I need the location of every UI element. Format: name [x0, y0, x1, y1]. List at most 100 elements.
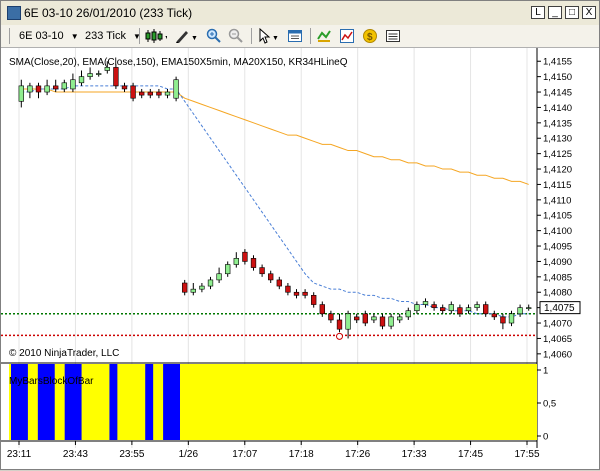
- candle-body: [414, 304, 420, 312]
- indicators-icon[interactable]: [339, 28, 355, 44]
- stop-marker: [336, 332, 343, 340]
- panel-tick-label: 0: [543, 432, 548, 443]
- candle-body: [405, 310, 411, 318]
- candle-body: [526, 307, 532, 309]
- pencil-icon[interactable]: ▼: [174, 28, 198, 44]
- strategy-icon[interactable]: [316, 28, 332, 44]
- candle-body: [422, 301, 429, 305]
- indicator-label: SMA(Close,20), EMA(Close,150), EMA150X5m…: [9, 57, 348, 68]
- price-chart[interactable]: 1,4155 1,4150 1,4145 1,4140 1,4135 1,4130 1,41…: [1, 48, 599, 468]
- candle-body: [388, 316, 394, 327]
- candle-body: [371, 316, 377, 321]
- price-tick-label: 1,4120: [543, 165, 572, 176]
- svg-text:▼: ▼: [191, 35, 198, 42]
- link-button[interactable]: L: [531, 6, 545, 19]
- price-tick-label: 1,4115: [543, 180, 571, 191]
- candle-body: [491, 313, 497, 318]
- candle-body: [302, 291, 308, 296]
- interval-selector[interactable]: 233 Tick ▼: [85, 28, 141, 44]
- minimize-button[interactable]: _: [548, 6, 562, 19]
- toolbar: 6E 03-10 ▼ 233 Tick ▼ ▼ ▼ $: [1, 25, 599, 48]
- candle-body: [465, 307, 472, 312]
- price-tick-label: 1,4065: [543, 334, 572, 345]
- chart-area[interactable]: 1,4155 1,4150 1,4145 1,4140 1,4135 1,4130 1,41…: [1, 48, 599, 468]
- price-tick-label: 1,4130: [543, 134, 572, 145]
- candle-body: [18, 85, 24, 102]
- candle-body: [500, 316, 506, 324]
- candle-body: [164, 91, 171, 96]
- candle-body: [147, 91, 153, 96]
- candle-body: [121, 85, 128, 90]
- window-title: 6E 03-10 26/01/2010 (233 Tick): [24, 6, 193, 20]
- cursor-icon[interactable]: ▼: [257, 28, 281, 44]
- time-tick-label: 23:43: [63, 449, 88, 460]
- instrument-selector[interactable]: 6E 03-10 ▼: [19, 28, 79, 44]
- title-bar[interactable]: 6E 03-10 26/01/2010 (233 Tick) L _ □ X: [1, 1, 599, 26]
- candle-body: [276, 279, 282, 287]
- candle-body: [61, 82, 67, 90]
- candle-body: [53, 85, 59, 90]
- price-tick-label: 1,4110: [543, 195, 571, 206]
- svg-text:▼: ▼: [272, 35, 279, 42]
- interval-label: 233 Tick: [85, 30, 126, 42]
- lower-panel-label: MyBarsBlockOfBar: [9, 376, 94, 387]
- price-tick-label: 1,4085: [543, 272, 572, 283]
- price-tick-label: 1,4090: [543, 257, 572, 268]
- candle-body: [182, 282, 188, 293]
- instrument-label: 6E 03-10: [19, 30, 64, 42]
- candle-body: [448, 304, 454, 312]
- candle-body: [293, 291, 300, 296]
- toolbar-separator: [251, 28, 252, 44]
- time-tick-label: 1/26: [179, 449, 199, 460]
- maximize-button[interactable]: □: [565, 6, 579, 19]
- svg-text:▼: ▼: [164, 35, 167, 42]
- candle-body: [242, 251, 248, 262]
- time-tick-label: 17:45: [458, 449, 483, 460]
- panel-tick-label: 1: [543, 366, 548, 377]
- candle-body: [285, 285, 291, 293]
- candle-body: [336, 319, 343, 330]
- svg-text:$: $: [367, 32, 373, 43]
- candle-body: [397, 316, 403, 321]
- candle-body: [440, 307, 446, 312]
- candle-body: [362, 313, 368, 324]
- chart-window: 6E 03-10 26/01/2010 (233 Tick) L _ □ X 6…: [0, 0, 600, 470]
- panel-blue-bar: [163, 364, 180, 440]
- candle-body: [199, 285, 205, 290]
- price-tick-label: 1,4070: [543, 319, 572, 330]
- time-tick-label: 17:55: [514, 449, 539, 460]
- price-tick-label: 1,4155: [543, 57, 572, 68]
- candle-body: [259, 267, 265, 275]
- candle-body: [250, 258, 257, 268]
- current-price-label: 1,4075: [544, 303, 575, 314]
- candle-body: [354, 316, 360, 321]
- panel-blue-bar: [109, 364, 118, 440]
- time-tick-label: 17:07: [232, 449, 257, 460]
- candle-body: [483, 304, 489, 315]
- candle-body: [319, 304, 325, 315]
- candle-body: [96, 73, 102, 75]
- panel-blue-bar: [145, 364, 154, 440]
- close-button[interactable]: X: [582, 6, 596, 19]
- candle-body: [457, 307, 463, 315]
- copyright-label: © 2010 NinjaTrader, LLC: [9, 348, 119, 359]
- price-tick-label: 1,4100: [543, 226, 572, 237]
- panel-tick-label: 0,5: [543, 399, 556, 410]
- zoom-out-icon[interactable]: [228, 28, 244, 44]
- candle-body: [379, 316, 386, 327]
- zoom-in-icon[interactable]: [206, 28, 222, 44]
- properties-icon[interactable]: [287, 28, 303, 44]
- data-box-icon[interactable]: [385, 28, 401, 44]
- candlestick-icon[interactable]: ▼: [145, 28, 167, 44]
- price-tick-label: 1,4080: [543, 288, 572, 299]
- chevron-down-icon: ▼: [70, 32, 79, 41]
- price-tick-label: 1,4145: [543, 88, 572, 99]
- toolbar-separator: [139, 28, 140, 44]
- price-tick-label: 1,4125: [543, 149, 572, 160]
- candle-body: [113, 67, 119, 87]
- candle-body: [27, 85, 33, 93]
- money-icon[interactable]: $: [362, 28, 378, 44]
- candle-body: [508, 313, 515, 324]
- current-price-marker: 1,4075: [539, 301, 581, 314]
- app-icon: [7, 6, 21, 20]
